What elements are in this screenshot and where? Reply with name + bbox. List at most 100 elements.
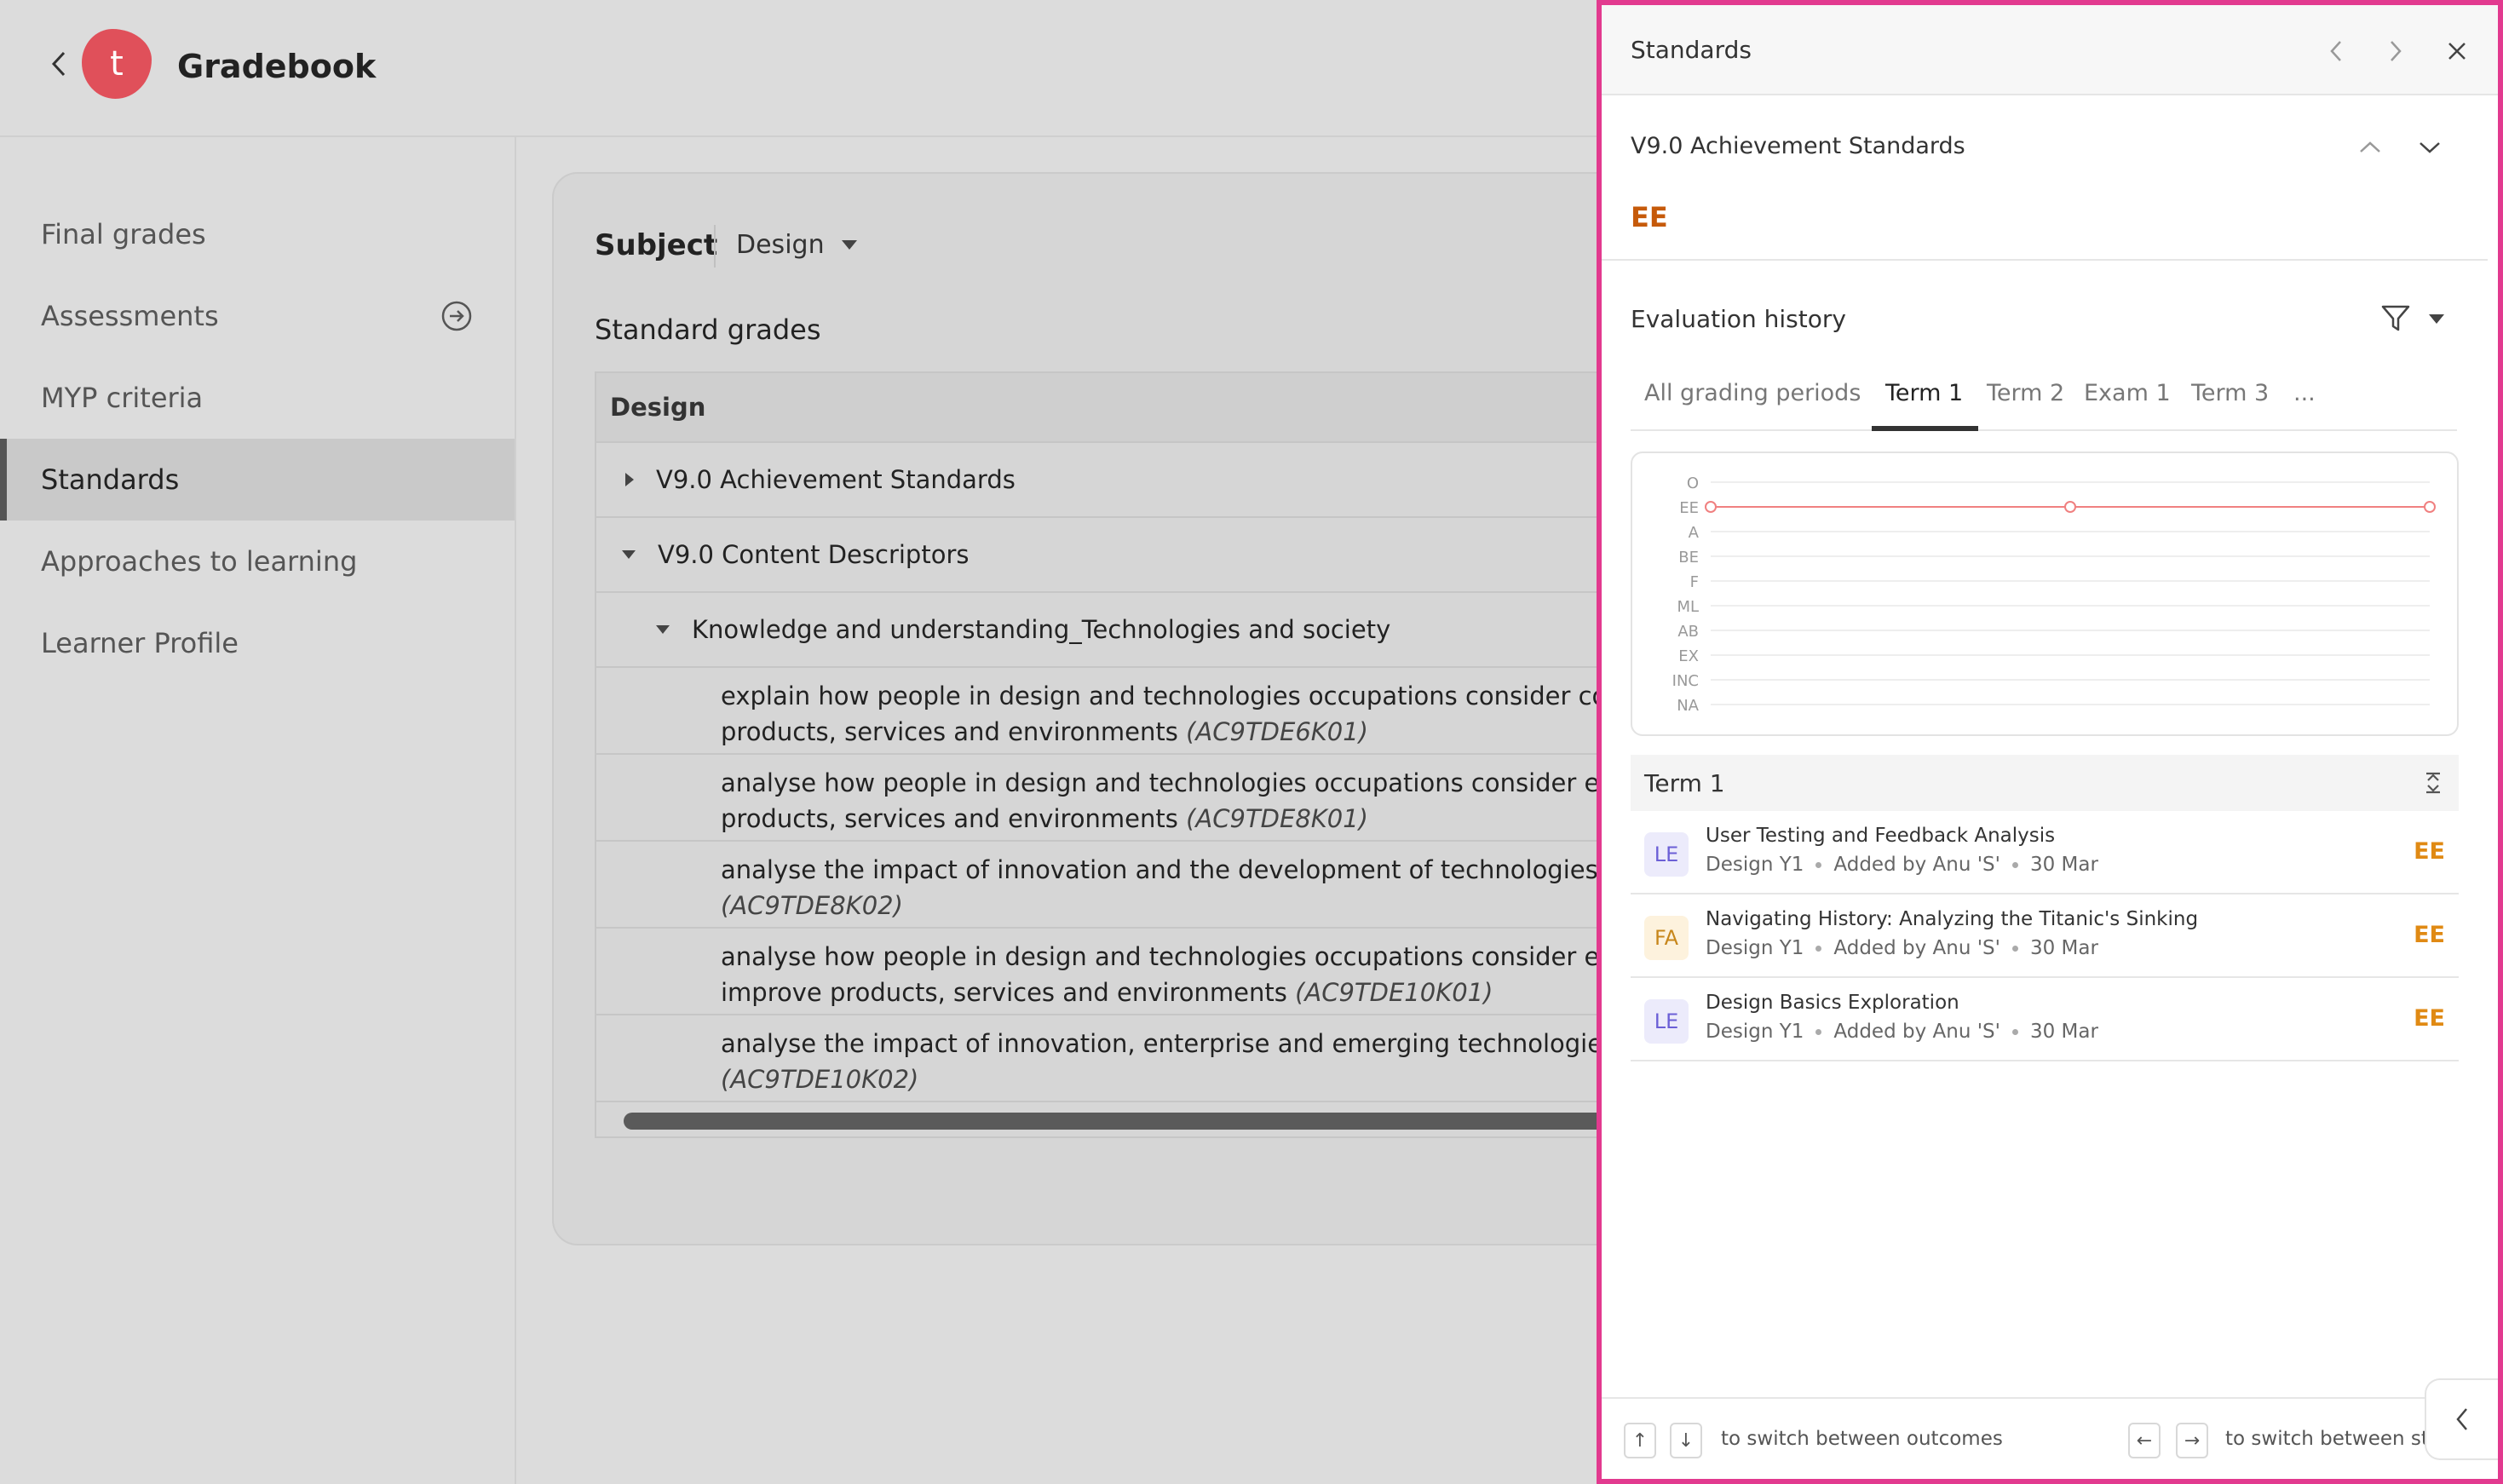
data-point[interactable] <box>2064 501 2076 513</box>
expand-down-button[interactable] <box>2411 129 2448 166</box>
collapse-up-button[interactable] <box>2351 129 2389 166</box>
caret-down-icon <box>841 240 857 250</box>
table-row-group[interactable]: V9.0 Achievement Standards <box>596 443 1649 518</box>
keyboard-hints-footer: ↑ ↓ to switch between outcomes ← → to sw… <box>1602 1397 2498 1479</box>
descriptor-code: (AC9TDE10K02) <box>721 1065 919 1094</box>
grading-period-tabs: All grading periods Term 1 Term 2 Exam 1… <box>1631 371 2457 431</box>
added-by: Added by Anu 'S' <box>1833 854 2000 876</box>
separator-dot <box>1815 861 1822 868</box>
y-tick-label: ML <box>1677 598 1699 616</box>
assessment-type-badge: LE <box>1644 832 1689 877</box>
class-name: Design Y1 <box>1706 854 1804 876</box>
tab-all-grading-periods[interactable]: All grading periods <box>1644 380 1861 429</box>
collapse-all-icon[interactable] <box>2423 772 2443 794</box>
descriptor-text: analyse the impact of innovation, enterp… <box>721 1029 1651 1058</box>
standards-panel: Standards V9.0 Achievement Standards EE … <box>1597 0 2503 1484</box>
panel-title: Standards <box>1631 36 1752 64</box>
table-row[interactable]: analyse how people in design and technol… <box>596 755 1649 842</box>
subgroup-label: Knowledge and understanding_Technologies… <box>692 615 1391 644</box>
subject-dropdown[interactable]: Design <box>736 230 857 260</box>
descriptor-code: (AC9TDE8K02) <box>721 891 903 920</box>
sidebar-item-myp-criteria[interactable]: MYP criteria <box>0 357 515 439</box>
evaluation-item[interactable]: LE User Testing and Feedback Analysis De… <box>1631 811 2459 894</box>
table-row[interactable]: analyse the impact of innovation and the… <box>596 842 1651 929</box>
sidebar-item-assessments[interactable]: Assessments <box>0 275 515 357</box>
descriptor-text: analyse the impact of innovation and the… <box>721 855 1651 884</box>
chevron-left-icon <box>2330 41 2341 61</box>
divider <box>1602 259 2488 261</box>
expand-arrow-icon[interactable] <box>625 473 634 486</box>
table-row[interactable]: analyse how people in design and technol… <box>596 929 1649 1015</box>
term-group-header[interactable]: Term 1 <box>1631 755 2459 811</box>
sidebar-item-label: Learner Profile <box>41 627 239 659</box>
evaluation-title: Navigating History: Analyzing the Titani… <box>1706 908 2199 930</box>
collapse-panel-button[interactable] <box>2425 1378 2498 1460</box>
filter-icon <box>2381 305 2410 331</box>
previous-button[interactable] <box>2317 32 2355 70</box>
sidebar-item-label: Assessments <box>41 300 219 332</box>
descriptor-text: improve products, services and environme… <box>721 978 1287 1007</box>
sidebar-item-standards[interactable]: Standards <box>0 439 515 521</box>
arrow-circle-right-icon[interactable] <box>441 301 472 331</box>
evaluation-date: 30 Mar <box>2029 937 2098 959</box>
sidebar-item-learner-profile[interactable]: Learner Profile <box>0 602 515 684</box>
close-icon <box>2448 43 2466 60</box>
evaluation-title: User Testing and Feedback Analysis <box>1706 825 2056 847</box>
data-point[interactable] <box>2424 501 2436 513</box>
tabs-more-button[interactable]: ... <box>2293 380 2316 429</box>
evaluation-grade: EE <box>2414 838 2445 865</box>
students-hint: to switch between stu <box>2225 1428 2442 1450</box>
collapse-arrow-icon[interactable] <box>622 550 636 559</box>
filter-button[interactable] <box>2377 300 2414 337</box>
descriptor-text: products, services and environments <box>721 717 1178 746</box>
chevron-left-icon <box>2456 1408 2467 1430</box>
table-row[interactable]: analyse the impact of innovation, enterp… <box>596 1015 1651 1102</box>
tab-exam-1[interactable]: Exam 1 <box>2084 380 2171 429</box>
evaluation-meta: Design Y1 Added by Anu 'S' 30 Mar <box>1706 854 2098 876</box>
added-by: Added by Anu 'S' <box>1833 1021 2000 1043</box>
table-row-subgroup[interactable]: Knowledge and understanding_Technologies… <box>596 593 1649 668</box>
close-button[interactable] <box>2438 32 2476 70</box>
table-row-group[interactable]: V9.0 Content Descriptors <box>596 518 1649 593</box>
chevron-down-icon <box>2420 142 2440 153</box>
y-tick-label: F <box>1690 573 1699 591</box>
table-header: Design <box>596 373 1649 443</box>
y-tick-label: O <box>1687 475 1699 492</box>
evaluation-grade: EE <box>2414 1005 2445 1032</box>
class-name: Design Y1 <box>1706 937 1804 959</box>
separator-dot <box>2011 861 2018 868</box>
key-left: ← <box>2128 1423 2161 1458</box>
sidebar-item-approaches-to-learning[interactable]: Approaches to learning <box>0 521 515 602</box>
key-up: ↑ <box>1624 1423 1656 1458</box>
filter-dropdown[interactable] <box>2418 300 2455 337</box>
tab-term-1[interactable]: Term 1 <box>1871 380 1979 431</box>
sidebar-item-label: Standards <box>41 463 180 496</box>
caret-down-icon <box>2429 313 2444 324</box>
evaluation-meta: Design Y1 Added by Anu 'S' 30 Mar <box>1706 1021 2098 1043</box>
sidebar-item-final-grades[interactable]: Final grades <box>0 193 515 275</box>
tab-term-3[interactable]: Term 3 <box>2191 380 2269 429</box>
standard-name: V9.0 Achievement Standards <box>1631 133 1965 159</box>
horizontal-scrollbar[interactable] <box>624 1113 1649 1130</box>
table-row[interactable]: explain how people in design and technol… <box>596 668 1651 755</box>
evaluation-item[interactable]: FA Navigating History: Analyzing the Tit… <box>1631 894 2459 978</box>
app-logo: t <box>82 29 152 99</box>
tab-term-2[interactable]: Term 2 <box>1987 380 2064 429</box>
divider <box>714 225 716 267</box>
evaluation-item[interactable]: LE Design Basics Exploration Design Y1 A… <box>1631 978 2459 1061</box>
key-right: → <box>2176 1423 2208 1458</box>
key-down: ↓ <box>1670 1423 1702 1458</box>
descriptor-code: (AC9TDE10K01) <box>1295 978 1493 1007</box>
added-by: Added by Anu 'S' <box>1833 937 2000 959</box>
next-button[interactable] <box>2377 32 2414 70</box>
assessment-type-badge: LE <box>1644 999 1689 1044</box>
data-point[interactable] <box>1705 501 1717 513</box>
column-header: Design <box>610 393 706 422</box>
y-tick-label: BE <box>1678 549 1699 567</box>
collapse-arrow-icon[interactable] <box>656 625 670 634</box>
sidebar-item-label: Approaches to learning <box>41 545 358 578</box>
back-button[interactable] <box>44 49 73 78</box>
descriptor-text: explain how people in design and technol… <box>721 682 1651 710</box>
app-header: t Gradebook <box>0 0 1602 137</box>
sidebar: Final grades Assessments MYP criteria St… <box>0 137 516 1484</box>
